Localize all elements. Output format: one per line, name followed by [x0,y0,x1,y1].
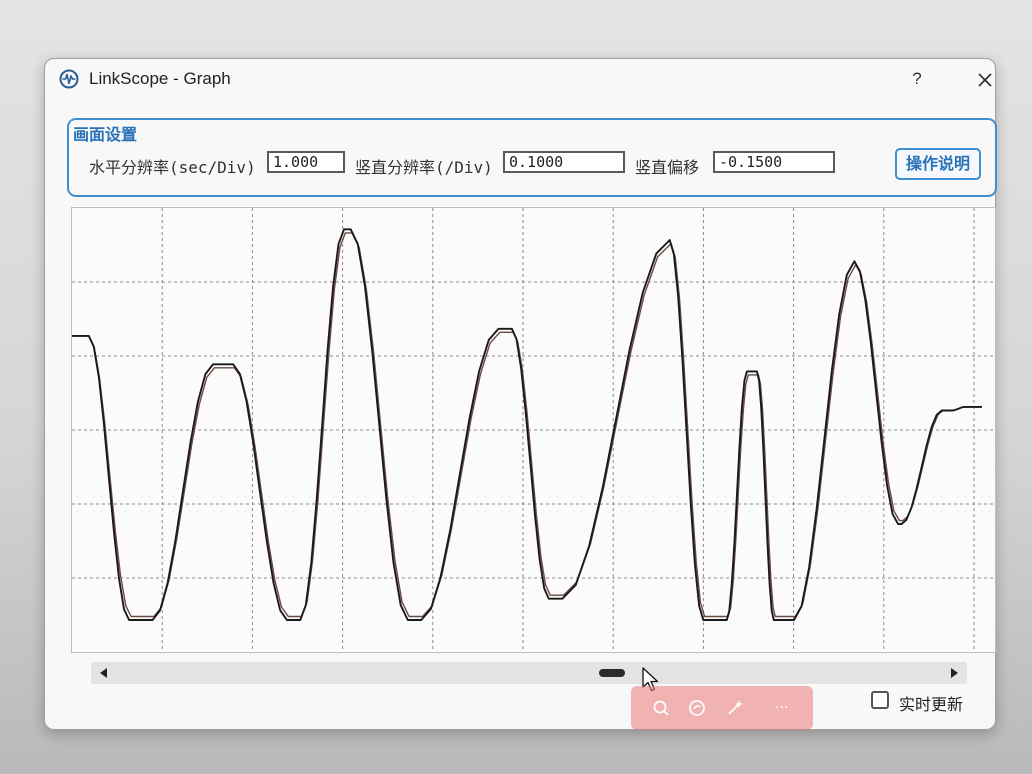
waveform-plot[interactable] [71,207,996,653]
vertical-resolution-input[interactable]: 0.1000 [503,151,625,173]
horizontal-resolution-label: 水平分辨率(sec/Div) [89,158,256,177]
scroll-right-arrow-icon[interactable] [949,667,959,679]
chat-icon[interactable] [687,698,707,718]
title-bar: LinkScope - Graph ? [45,59,995,99]
display-settings-group: 画面设置 水平分辨率(sec/Div) 1.000 竖直分辨率(/Div) 0.… [67,118,997,197]
oscilloscope-icon [59,69,79,89]
vertical-offset-input[interactable]: -0.1500 [713,151,835,173]
scroll-thumb[interactable] [599,669,625,677]
help-button[interactable]: ? [907,67,927,91]
window-title: LinkScope - Graph [89,69,231,88]
magic-wand-icon[interactable] [725,698,745,718]
realtime-update-label: 实时更新 [899,695,964,714]
search-icon[interactable] [651,698,671,718]
graph-window: LinkScope - Graph ? 画面设置 水平分辨率(sec/Div) … [44,58,997,730]
close-icon[interactable] [971,67,999,93]
scroll-left-arrow-icon[interactable] [99,667,109,679]
floating-overlay-toolbar: ··· [631,686,813,730]
horizontal-scrollbar[interactable] [91,662,967,684]
vertical-resolution-label: 竖直分辨率(/Div) [355,158,493,177]
more-icon[interactable]: ··· [775,698,801,718]
realtime-update-checkbox[interactable] [871,691,889,709]
waveform-svg [72,208,995,652]
manual-button[interactable]: 操作说明 [895,148,981,180]
waveform-trace-primary [72,228,982,621]
vertical-offset-label: 竖直偏移 [635,158,700,177]
horizontal-resolution-input[interactable]: 1.000 [267,151,345,173]
settings-group-title: 画面设置 [71,121,140,145]
plot-grid [72,208,995,652]
